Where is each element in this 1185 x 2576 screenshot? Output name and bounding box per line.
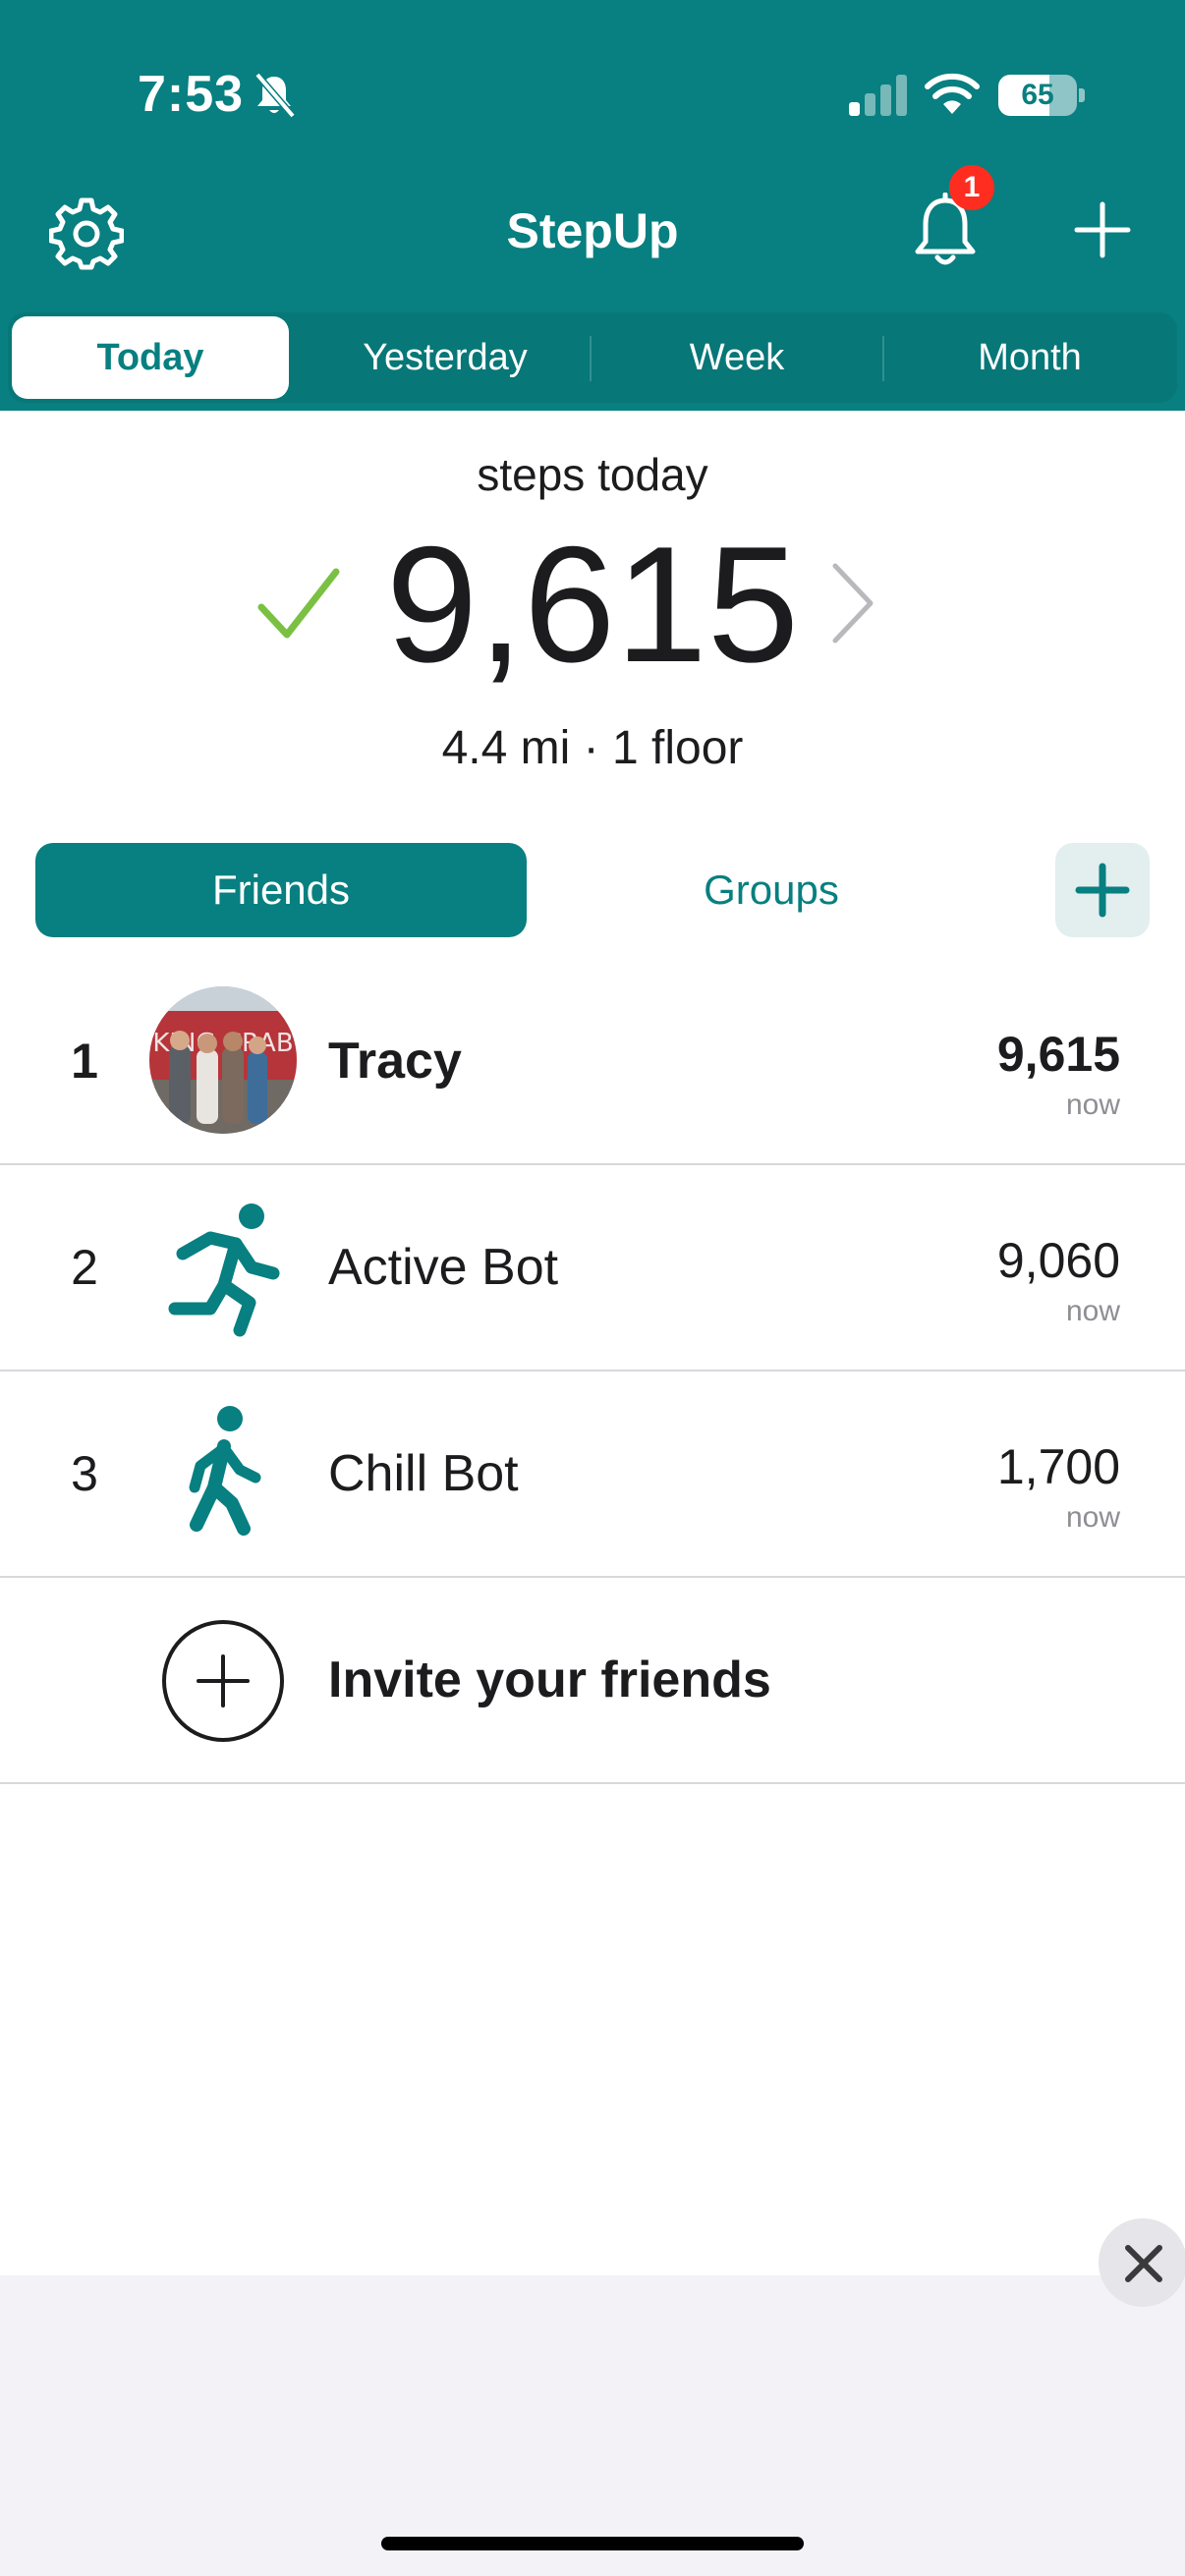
period-tabs: Today Yesterday Week Month	[8, 312, 1177, 403]
rank: 2	[71, 1240, 98, 1295]
steps-count[interactable]: 9,615	[367, 511, 818, 698]
app-header: 7:53 65 StepUp 1 Today Yesterday Week Mo…	[0, 0, 1185, 411]
checkmark-icon	[257, 568, 340, 639]
friend-name: Chill Bot	[328, 1445, 519, 1502]
battery-percent: 65	[1021, 79, 1054, 111]
app-title: StepUp	[506, 203, 679, 258]
close-icon	[1125, 2245, 1162, 2282]
friend-name: Active Bot	[328, 1239, 559, 1296]
leaderboard-row[interactable]: 3 Chill Bot 1,700 now	[0, 1372, 1185, 1578]
add-friend-button[interactable]	[1055, 843, 1150, 937]
leaderboard-row[interactable]: 1 KING CRAB Tracy 9,615 now	[0, 959, 1185, 1165]
invite-friends-row[interactable]: Invite your friends	[0, 1578, 1185, 1784]
tab-week[interactable]: Week	[592, 312, 882, 403]
cellular-signal-icon	[849, 75, 907, 116]
plus-icon[interactable]	[1073, 200, 1132, 259]
tab-month[interactable]: Month	[884, 312, 1175, 403]
silent-mode-icon	[254, 72, 296, 119]
gear-icon[interactable]	[49, 196, 124, 271]
avatar: KING CRAB	[149, 986, 297, 1134]
friend-name: Tracy	[328, 1033, 462, 1090]
friend-updated: now	[1065, 1295, 1120, 1327]
friend-steps: 1,700	[996, 1439, 1120, 1494]
friend-steps: 9,060	[996, 1233, 1120, 1288]
rank: 1	[71, 1034, 98, 1089]
steps-label: steps today	[477, 449, 708, 500]
notification-badge: 1	[949, 165, 994, 210]
wifi-icon	[925, 73, 980, 114]
tab-yesterday[interactable]: Yesterday	[303, 312, 588, 403]
walking-person-icon	[189, 1406, 261, 1536]
plus-icon	[1075, 863, 1130, 918]
invite-label: Invite your friends	[328, 1652, 771, 1708]
chevron-right-icon[interactable]	[827, 562, 876, 644]
home-indicator	[381, 2537, 804, 2550]
close-button[interactable]	[1099, 2218, 1185, 2307]
rank: 3	[71, 1446, 98, 1501]
status-time: 7:53	[138, 66, 245, 123]
friend-steps: 9,615	[996, 1027, 1120, 1082]
friend-updated: now	[1065, 1501, 1120, 1534]
groups-tab[interactable]: Groups	[550, 843, 992, 937]
distance-floors: 4.4 mi · 1 floor	[441, 722, 744, 774]
battery-cap	[1079, 88, 1085, 102]
leaderboard-row[interactable]: 2 Active Bot 9,060 now	[0, 1165, 1185, 1372]
running-person-icon	[168, 1204, 280, 1337]
friends-tab[interactable]: Friends	[35, 843, 527, 937]
tab-today[interactable]: Today	[12, 316, 289, 399]
battery-indicator: 65	[998, 75, 1077, 116]
friend-updated: now	[1065, 1089, 1120, 1121]
ad-banner-area	[0, 2275, 1185, 2576]
add-circle-icon	[162, 1620, 284, 1742]
